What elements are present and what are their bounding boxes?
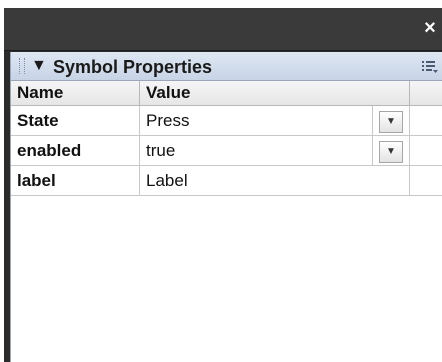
row-filler xyxy=(409,105,442,136)
grip-icon[interactable] xyxy=(19,58,25,74)
panel-menu-icon[interactable] xyxy=(421,58,439,76)
column-header-value: Value xyxy=(139,81,410,106)
chevron-down-icon[interactable]: ▼ xyxy=(379,140,403,163)
table-row[interactable]: label Label xyxy=(11,165,442,196)
dropdown-cell: ▼ xyxy=(372,105,410,136)
table-row[interactable]: State Press ▼ xyxy=(11,105,442,136)
collapse-arrow-icon[interactable]: ▼ xyxy=(31,57,47,75)
symbol-properties-panel: ▼ Symbol Properties Name Value State Pre… xyxy=(10,52,442,362)
property-name: enabled xyxy=(11,135,140,166)
row-filler xyxy=(409,165,442,196)
dropdown-cell: ▼ xyxy=(372,135,410,166)
panel-title: Symbol Properties xyxy=(53,57,213,77)
column-header-name: Name xyxy=(11,81,140,106)
properties-table: Name Value State Press ▼ enabled true ▼ … xyxy=(11,81,442,196)
close-icon[interactable]: × xyxy=(418,16,442,40)
property-value[interactable]: true xyxy=(139,135,373,166)
row-filler xyxy=(409,135,442,166)
column-header-filler xyxy=(409,81,442,106)
property-value[interactable]: Press xyxy=(139,105,373,136)
property-value[interactable]: Label xyxy=(139,165,410,196)
table-header-row: Name Value xyxy=(11,81,442,106)
property-name: State xyxy=(11,105,140,136)
table-row[interactable]: enabled true ▼ xyxy=(11,135,442,166)
panel-window: × ▼ Symbol Properties Name Value State P… xyxy=(4,8,442,362)
window-titlebar[interactable]: × xyxy=(4,8,442,51)
chevron-down-icon[interactable]: ▼ xyxy=(379,110,403,133)
panel-header[interactable]: ▼ Symbol Properties xyxy=(11,52,442,81)
property-name: label xyxy=(11,165,140,196)
